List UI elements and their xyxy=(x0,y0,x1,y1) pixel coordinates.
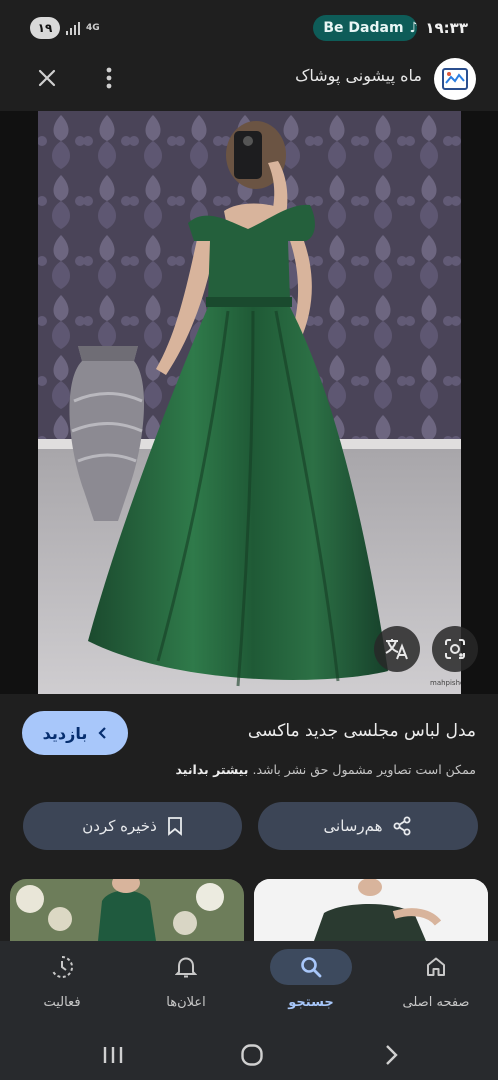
visit-label: بازدید xyxy=(42,723,88,743)
system-navigation xyxy=(0,1029,498,1080)
home-icon xyxy=(404,949,468,985)
translate-icon xyxy=(385,639,408,660)
nav-home-label: صفحه اصلی xyxy=(402,995,470,1010)
save-label: ذخیره کردن xyxy=(82,817,157,835)
notification-count-badge: ۱۹ xyxy=(30,17,60,39)
media-playback-pill[interactable]: Be Dadam ♪ xyxy=(313,15,418,41)
status-bar: ۱۹ 4G Be Dadam ♪ ۱۹:۳۳ xyxy=(0,0,498,56)
home-circle-icon xyxy=(241,1044,263,1066)
nav-search-label: جستجو xyxy=(288,995,334,1010)
translate-button[interactable] xyxy=(374,626,420,672)
nav-notifications-label: اعلان‌ها xyxy=(166,995,206,1010)
screen: ۱۹ 4G Be Dadam ♪ ۱۹:۳۳ ماه پیشونی پوشاک xyxy=(0,0,498,1080)
more-vert-icon xyxy=(106,67,112,89)
signal-icon xyxy=(66,21,80,35)
lens-icon xyxy=(445,639,465,659)
visit-button[interactable]: بازدید xyxy=(22,711,128,755)
network-type: 4G xyxy=(86,22,100,33)
share-button[interactable]: هم‌رسانی xyxy=(258,802,478,850)
back-button[interactable] xyxy=(371,1037,411,1073)
learn-more-link[interactable]: بیشتر بدانید xyxy=(176,762,249,777)
home-system-button[interactable] xyxy=(232,1037,272,1073)
nav-activity[interactable]: فعالیت xyxy=(0,941,124,1029)
bookmark-icon xyxy=(167,817,182,836)
copyright-text: ممکن است تصاویر مشمول حق نشر باشد. xyxy=(252,762,476,777)
site-favicon[interactable] xyxy=(434,58,476,100)
related-image-1[interactable] xyxy=(10,879,244,941)
nav-activity-label: فعالیت xyxy=(43,995,81,1010)
recent-apps-icon xyxy=(103,1047,123,1063)
chevron-right-icon xyxy=(386,1045,398,1065)
close-button[interactable] xyxy=(25,56,69,100)
site-logo-icon xyxy=(442,68,468,90)
top-app-bar: ماه پیشونی پوشاک xyxy=(0,56,498,108)
bottom-navigation: فعالیت اعلان‌ها جستجو xyxy=(0,941,498,1029)
nav-notifications[interactable]: اعلان‌ها xyxy=(124,941,248,1029)
image-preview[interactable]: mahpishoniposhak.ir xyxy=(0,111,498,694)
lens-search-button[interactable] xyxy=(432,626,478,672)
chevron-left-icon xyxy=(98,727,107,739)
search-icon xyxy=(270,949,352,985)
copyright-notice: ممکن است تصاویر مشمول حق نشر باشد. بیشتر… xyxy=(176,762,476,777)
share-icon xyxy=(393,816,411,836)
dress-photo: mahpishoniposhak.ir xyxy=(38,111,461,694)
status-right: Be Dadam ♪ ۱۹:۳۳ xyxy=(313,15,468,41)
close-icon xyxy=(38,69,56,87)
bell-icon xyxy=(154,949,218,985)
media-label: Be Dadam xyxy=(323,20,404,36)
nav-search[interactable]: جستجو xyxy=(249,941,373,1029)
recent-apps-button[interactable] xyxy=(93,1037,133,1073)
image-watermark: mahpishoniposhak.ir xyxy=(430,679,461,687)
share-label: هم‌رسانی xyxy=(323,817,383,835)
site-name[interactable]: ماه پیشونی پوشاک xyxy=(295,66,422,85)
more-options-button[interactable] xyxy=(87,56,131,100)
related-image-2[interactable] xyxy=(254,879,488,941)
status-left: ۱۹ 4G xyxy=(30,17,100,39)
music-note-icon: ♪ xyxy=(409,20,418,36)
nav-home[interactable]: صفحه اصلی xyxy=(374,941,498,1029)
save-button[interactable]: ذخیره کردن xyxy=(23,802,242,850)
activity-icon xyxy=(30,949,94,985)
result-title: مدل لباس مجلسی جدید ماکسی xyxy=(247,721,476,741)
clock: ۱۹:۳۳ xyxy=(425,19,468,37)
